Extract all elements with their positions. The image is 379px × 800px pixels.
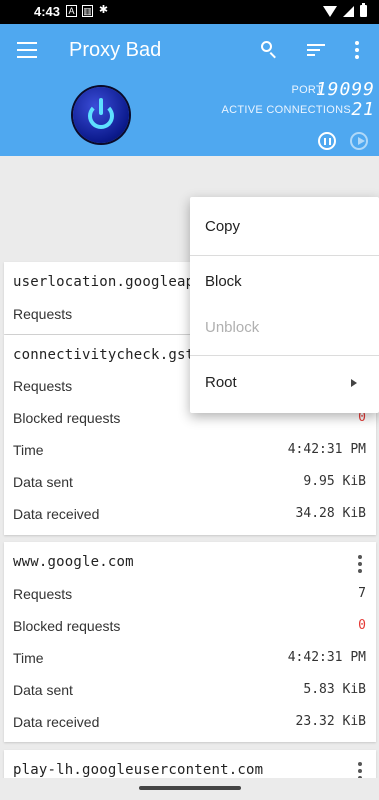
context-menu: Copy Block Unblock Root <box>190 197 379 413</box>
stat-label: Time <box>13 650 44 666</box>
pause-button[interactable] <box>318 132 336 150</box>
stat-row: Time 4:42:31 PM <box>13 650 366 670</box>
port-value: 19099 <box>315 79 375 100</box>
stat-value: 23.32 KiB <box>295 714 366 729</box>
stat-value: 4:42:31 PM <box>287 442 366 457</box>
navigation-bar <box>0 778 379 800</box>
stat-value: 4:42:31 PM <box>287 650 366 665</box>
app-title: Proxy Bad <box>69 39 162 61</box>
stat-value: 7 <box>358 586 366 601</box>
stat-label: Blocked requests <box>13 410 121 426</box>
card-host: www.google.com <box>13 554 134 570</box>
stat-label: Requests <box>13 586 73 602</box>
menu-item-copy[interactable]: Copy <box>190 205 379 249</box>
android-debug-icon: ✱ <box>98 4 109 16</box>
stat-row: Requests 7 <box>13 586 366 606</box>
status-bar: 4:43 A ▥ ✱ <box>0 0 379 24</box>
app-bar: Proxy Bad PORT 19099 ACTIVE CONNECTIONS … <box>0 24 379 156</box>
menu-item-block[interactable]: Block <box>190 260 379 304</box>
stat-value: 9.95 KiB <box>303 474 366 489</box>
wifi-icon <box>323 5 337 17</box>
connection-card[interactable]: www.google.com Requests 7 Blocked reques… <box>4 542 376 742</box>
stat-label: Blocked requests <box>13 618 121 634</box>
stat-row: Data sent 9.95 KiB <box>13 474 366 494</box>
signal-icon <box>343 5 354 17</box>
stat-row: Data sent 5.83 KiB <box>13 682 366 702</box>
active-connections-value: 21 <box>351 99 375 120</box>
status-time: 4:43 <box>34 4 61 19</box>
search-icon[interactable] <box>258 38 282 62</box>
stat-row: Time 4:42:31 PM <box>13 442 366 462</box>
stat-label: Requests <box>13 378 73 394</box>
menu-icon[interactable] <box>17 42 37 58</box>
submenu-arrow-icon <box>351 379 357 387</box>
stat-label: Data received <box>13 506 100 522</box>
stat-row: Data received 34.28 KiB <box>13 506 366 526</box>
stat-row: Data received 23.32 KiB <box>13 714 366 734</box>
play-button[interactable] <box>350 132 368 150</box>
a-notification-icon: A <box>66 5 77 17</box>
menu-divider <box>190 255 379 256</box>
stat-value: 0 <box>358 618 366 633</box>
menu-divider <box>190 355 379 356</box>
stat-label: Data sent <box>13 474 73 490</box>
stat-value: 34.28 KiB <box>295 506 366 521</box>
stat-row: Blocked requests 0 <box>13 410 366 430</box>
play-icon <box>358 137 365 145</box>
battery-icon <box>360 3 367 17</box>
menu-item-root[interactable]: Root <box>190 361 379 405</box>
stat-row: Blocked requests 0 <box>13 618 366 638</box>
active-connections-label: ACTIVE CONNECTIONS <box>221 104 351 116</box>
stat-label: Requests <box>13 306 73 322</box>
power-toggle-button[interactable] <box>73 87 129 143</box>
home-gesture-handle[interactable] <box>139 786 241 790</box>
stat-label: Data received <box>13 714 100 730</box>
more-options-icon[interactable] <box>345 38 369 62</box>
sort-icon[interactable] <box>305 38 329 62</box>
stat-label: Data sent <box>13 682 73 698</box>
menu-item-unblock: Unblock <box>205 319 260 336</box>
stat-label: Time <box>13 442 44 458</box>
usb-icon: ▥ <box>82 5 93 17</box>
stat-value: 5.83 KiB <box>303 682 366 697</box>
card-host: play-lh.googleusercontent.com <box>13 762 264 778</box>
card-more-icon[interactable] <box>358 555 362 573</box>
